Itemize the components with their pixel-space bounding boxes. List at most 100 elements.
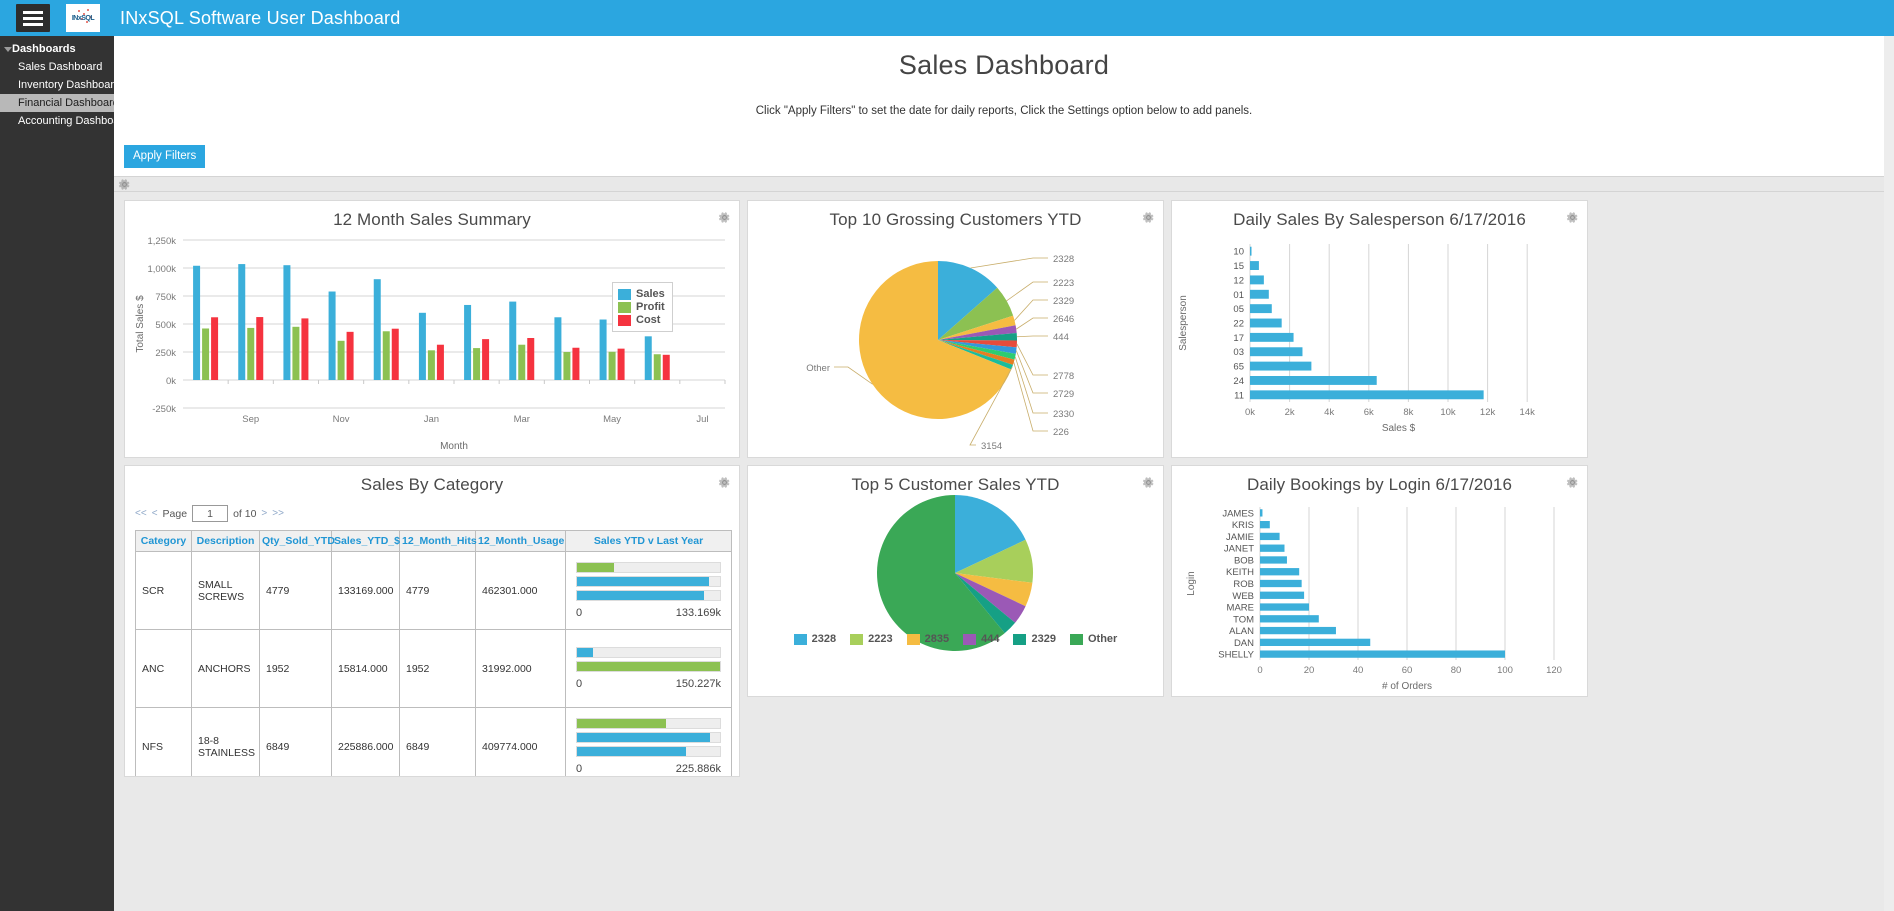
pager-page-label: Page bbox=[162, 507, 188, 520]
chart-legend: Sales Profit Cost bbox=[612, 282, 673, 332]
svg-text:01: 01 bbox=[1233, 290, 1244, 301]
gear-icon[interactable] bbox=[718, 476, 731, 489]
gear-icon[interactable] bbox=[1566, 476, 1579, 489]
gear-icon[interactable] bbox=[118, 178, 131, 191]
sidebar: Dashboards Sales Dashboard Inventory Das… bbox=[0, 36, 129, 911]
legend-swatch bbox=[793, 633, 807, 645]
sidebar-item-sales-dashboard[interactable]: Sales Dashboard bbox=[0, 58, 114, 76]
page-instructions: Click "Apply Filters" to set the date fo… bbox=[755, 105, 1253, 117]
minibar-axis-labels: 0 150.227k bbox=[576, 678, 721, 690]
chart-daily-sales-by-salesperson: 0k 2k 4k 6k 8k 10k 12k 14k 10 15 12 01 05 22 17 03 65 24 1… bbox=[1172, 230, 1587, 457]
svg-text:2328: 2328 bbox=[1053, 254, 1074, 265]
category-cell: ANC bbox=[135, 629, 192, 708]
sidebar-item-accounting-dashboard[interactable]: Accounting Dashboard bbox=[0, 112, 129, 130]
svg-text:TOM: TOM bbox=[1233, 614, 1254, 625]
apply-filters-button[interactable]: Apply Filters bbox=[124, 145, 206, 168]
table-row[interactable]: ANC ANCHORS 1952 15814.000 1952 31992.000 0 150… bbox=[135, 629, 732, 708]
legend-item: 2223 bbox=[850, 633, 893, 645]
panel-daily-sales-by-salesperson: Daily Sales By Salesperson 6/17/2016 0k 2… bbox=[1171, 200, 1588, 458]
sales-ytd-v-last-year-cell: 0 225.886k bbox=[565, 707, 732, 776]
gear-icon[interactable] bbox=[1566, 211, 1579, 224]
svg-text:Jan: Jan bbox=[424, 414, 439, 425]
svg-text:Sep: Sep bbox=[242, 414, 259, 425]
table-header-cell: 12_Month_Usage bbox=[475, 530, 566, 552]
svg-text:1,250k: 1,250k bbox=[147, 236, 176, 247]
table-header-cell: 12_Month_Hits bbox=[399, 530, 477, 552]
minibar-min-label: 0 bbox=[576, 607, 583, 619]
legend-item: 2328 bbox=[793, 633, 836, 645]
sales-ytd-v-last-year-cell: 0 133.169k bbox=[565, 551, 732, 630]
hbar-chart-svg: 0k 2k 4k 6k 8k 10k 12k 14k 10 15 12 01 05 22 17 03 65 24 1… bbox=[1178, 244, 1535, 434]
12-month-usage-cell: 409774.000 bbox=[475, 707, 566, 776]
svg-text:MARE: MARE bbox=[1227, 603, 1254, 614]
table-row[interactable]: NFS 18-8 STAINLESS 6849 225886.000 6849 40977… bbox=[135, 707, 732, 776]
page-title: Sales Dashboard bbox=[898, 50, 1110, 80]
svg-text:8k: 8k bbox=[1403, 407, 1413, 418]
pager-first-button[interactable]: << bbox=[135, 508, 147, 519]
sidebar-item-inventory-dashboard[interactable]: Inventory Dashboard bbox=[0, 76, 120, 94]
svg-text:Sales $: Sales $ bbox=[1382, 423, 1416, 434]
pager-prev-button[interactable]: < bbox=[152, 508, 158, 519]
panel-title: Top 10 Grossing Customers YTD bbox=[829, 210, 1082, 229]
legend-label: Cost bbox=[636, 314, 661, 326]
main-content: Sales Dashboard Click "Apply Filters" to… bbox=[114, 36, 1894, 911]
minibar-track bbox=[576, 718, 721, 729]
pie-chart-svg: 2328 2223 2329 2646 444 2778 2729 2330 226 3154 Ot… bbox=[806, 254, 1074, 452]
minibar-max-label: 225.886k bbox=[675, 763, 721, 775]
svg-text:Total Sales $: Total Sales $ bbox=[135, 295, 146, 353]
svg-text:Nov: Nov bbox=[333, 414, 350, 425]
minibar-fill bbox=[577, 563, 615, 572]
svg-text:40: 40 bbox=[1353, 665, 1364, 676]
chart-daily-bookings-by-login: 0 20 40 60 80 100 120 JAMES KRIS JAMIE JANET BOB KEI… bbox=[1172, 495, 1587, 696]
table-header-cell: Description bbox=[191, 530, 260, 552]
minibar-max-label: 133.169k bbox=[675, 607, 721, 619]
svg-text:250k: 250k bbox=[155, 348, 176, 359]
legend-label: Other bbox=[1087, 633, 1118, 645]
legend-swatch bbox=[618, 301, 631, 313]
table-header-row: Category Description Qty_Sold_YTD Sales_YTD… bbox=[135, 530, 732, 552]
minibar-fill bbox=[577, 591, 705, 600]
hbar-chart-svg: 0 20 40 60 80 100 120 JAMESKRISJAMIEJANETBOBKEI… bbox=[1186, 507, 1562, 692]
sidebar-group-dashboards[interactable]: Dashboards bbox=[0, 40, 114, 58]
svg-text:120: 120 bbox=[1546, 665, 1562, 676]
logo-text: INxSQL bbox=[71, 14, 95, 22]
sidebar-item-label: Financial Dashboard bbox=[18, 97, 119, 109]
minibar-track bbox=[576, 661, 721, 672]
table-body: SCR SMALL SCREWS 4779 133169.000 4779 462301.… bbox=[135, 551, 732, 776]
table-header-cell: Sales YTD v Last Year bbox=[565, 530, 732, 552]
svg-text:65: 65 bbox=[1233, 362, 1244, 373]
svg-text:0k: 0k bbox=[166, 376, 176, 387]
minibar-fill bbox=[577, 719, 666, 728]
legend-label: 2835 bbox=[924, 633, 950, 645]
hamburger-icon[interactable] bbox=[16, 4, 50, 32]
svg-text:0: 0 bbox=[1257, 665, 1262, 676]
pager-next-button[interactable]: > bbox=[261, 508, 267, 519]
vertical-scrollbar[interactable] bbox=[1884, 36, 1894, 911]
chart-top-10-grossing-customers: 2328 2223 2329 2646 444 2778 2729 2330 226 3154 Ot… bbox=[748, 230, 1163, 457]
legend-swatch bbox=[1069, 633, 1083, 645]
minibar-track bbox=[576, 647, 721, 658]
minibar-group: 0 133.169k bbox=[572, 560, 725, 621]
pager-last-button[interactable]: >> bbox=[272, 508, 284, 519]
svg-text:100: 100 bbox=[1497, 665, 1513, 676]
12-month-hits-cell: 6849 bbox=[399, 707, 476, 776]
gear-icon[interactable] bbox=[1142, 211, 1155, 224]
panel-toolbar bbox=[114, 176, 1894, 192]
legend-item: 444 bbox=[963, 633, 999, 645]
legend-item: Cost bbox=[618, 314, 665, 326]
legend-label: Sales bbox=[636, 288, 665, 300]
description-cell: ANCHORS bbox=[191, 629, 260, 708]
sidebar-item-financial-dashboard[interactable]: Financial Dashboard bbox=[0, 94, 119, 112]
table-row[interactable]: SCR SMALL SCREWS 4779 133169.000 4779 462301.… bbox=[135, 551, 732, 630]
panel-title: Daily Bookings by Login 6/17/2016 bbox=[1246, 475, 1513, 494]
svg-text:Jul: Jul bbox=[696, 414, 708, 425]
legend-item: 2329 bbox=[1013, 633, 1056, 645]
svg-text:11: 11 bbox=[1234, 390, 1244, 401]
pager-page-input[interactable] bbox=[192, 505, 229, 522]
legend-item: 2835 bbox=[906, 633, 950, 645]
gear-icon[interactable] bbox=[718, 211, 731, 224]
legend-label: 2329 bbox=[1031, 633, 1056, 645]
pie-chart-svg bbox=[877, 495, 1033, 651]
svg-text:05: 05 bbox=[1233, 304, 1244, 315]
gear-icon[interactable] bbox=[1142, 476, 1155, 489]
